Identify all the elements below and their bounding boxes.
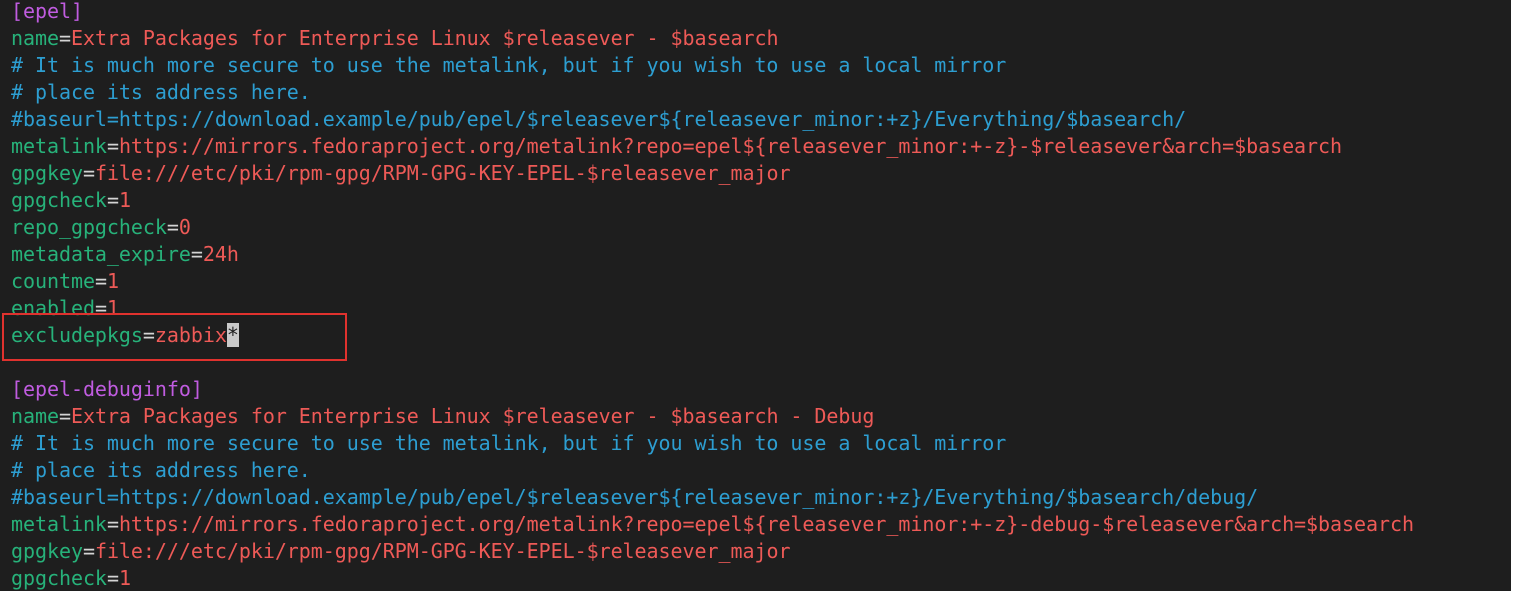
config-value: https://mirrors.fedoraproject.org/metali… [118, 512, 1414, 536]
equals-sign: = [106, 134, 119, 158]
config-line-metalink: metalink=https://mirrors.fedoraproject.o… [11, 511, 1414, 538]
config-key: name [11, 26, 59, 50]
section-label: [epel] [11, 0, 83, 23]
equals-sign: = [190, 242, 203, 266]
config-key: gpgkey [11, 161, 83, 185]
terminal-editor[interactable]: [epel] name=Extra Packages for Enterpris… [0, 0, 1511, 591]
config-key: metalink [11, 134, 107, 158]
config-line-metadata-expire: metadata_expire=24h [11, 241, 239, 268]
section-header-epel: [epel] [11, 0, 83, 25]
config-value: Extra Packages for Enterprise Linux $rel… [70, 404, 875, 428]
section-label: [epel-debuginfo] [11, 377, 203, 401]
config-value: https://mirrors.fedoraproject.org/metali… [118, 134, 1343, 158]
config-key: metadata_expire [11, 242, 191, 266]
config-value: 1 [118, 188, 131, 212]
highlight-box [2, 313, 347, 361]
config-key: gpgcheck [11, 188, 107, 212]
comment-text: #baseurl=https://download.example/pub/ep… [11, 107, 1187, 131]
equals-sign: = [58, 26, 71, 50]
comment-line: # It is much more secure to use the meta… [11, 430, 1006, 457]
config-line-name: name=Extra Packages for Enterprise Linux… [11, 403, 874, 430]
config-value: 0 [178, 215, 191, 239]
config-key: countme [11, 269, 95, 293]
config-key: gpgkey [11, 539, 83, 563]
config-line-repo-gpgcheck: repo_gpgcheck=0 [11, 214, 191, 241]
config-line-metalink: metalink=https://mirrors.fedoraproject.o… [11, 133, 1342, 160]
equals-sign: = [58, 404, 71, 428]
equals-sign: = [94, 269, 107, 293]
comment-line: # place its address here. [11, 457, 311, 484]
equals-sign: = [82, 161, 95, 185]
equals-sign: = [166, 215, 179, 239]
config-line-gpgcheck: gpgcheck=1 [11, 187, 131, 214]
comment-line: # place its address here. [11, 79, 311, 106]
config-value: 1 [106, 269, 119, 293]
config-line-name: name=Extra Packages for Enterprise Linux… [11, 25, 779, 52]
config-value: file:///etc/pki/rpm-gpg/RPM-GPG-KEY-EPEL… [94, 161, 791, 185]
config-value: 1 [118, 566, 131, 590]
config-key: name [11, 404, 59, 428]
config-line-gpgkey: gpgkey=file:///etc/pki/rpm-gpg/RPM-GPG-K… [11, 538, 790, 565]
config-value: file:///etc/pki/rpm-gpg/RPM-GPG-KEY-EPEL… [94, 539, 791, 563]
config-line-countme: countme=1 [11, 268, 119, 295]
equals-sign: = [82, 539, 95, 563]
config-key: metalink [11, 512, 107, 536]
equals-sign: = [106, 566, 119, 590]
comment-text: #baseurl=https://download.example/pub/ep… [11, 485, 1259, 509]
config-value: 24h [202, 242, 239, 266]
equals-sign: = [106, 512, 119, 536]
config-line-gpgcheck: gpgcheck=1 [11, 565, 131, 591]
comment-text: # place its address here. [11, 458, 311, 482]
comment-text: # It is much more secure to use the meta… [11, 431, 1007, 455]
baseurl-comment-line: #baseurl=https://download.example/pub/ep… [11, 484, 1258, 511]
config-key: gpgcheck [11, 566, 107, 590]
config-value: Extra Packages for Enterprise Linux $rel… [70, 26, 779, 50]
comment-text: # It is much more secure to use the meta… [11, 53, 1007, 77]
config-line-gpgkey: gpgkey=file:///etc/pki/rpm-gpg/RPM-GPG-K… [11, 160, 790, 187]
comment-text: # place its address here. [11, 80, 311, 104]
comment-line: # It is much more secure to use the meta… [11, 52, 1006, 79]
section-header-epel-debuginfo: [epel-debuginfo] [11, 376, 203, 403]
baseurl-comment-line: #baseurl=https://download.example/pub/ep… [11, 106, 1186, 133]
config-key: repo_gpgcheck [11, 215, 167, 239]
equals-sign: = [106, 188, 119, 212]
window-edge [1511, 0, 1522, 591]
